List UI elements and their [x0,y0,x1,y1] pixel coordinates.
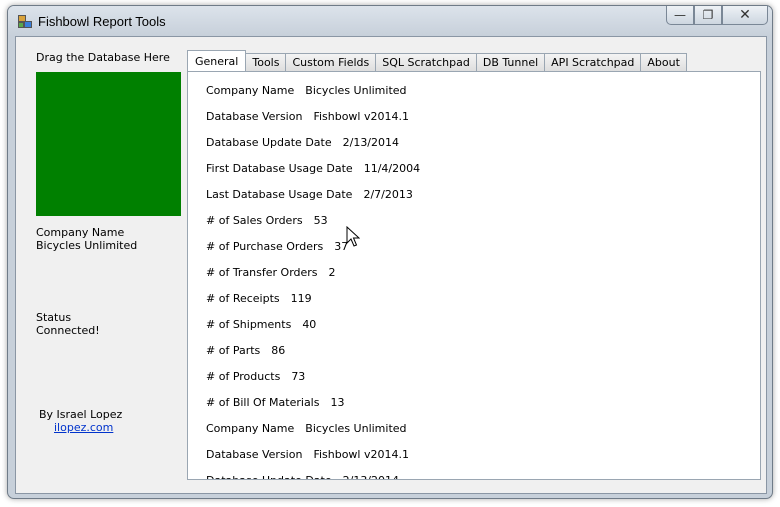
info-row: # of Shipments 40 [206,318,316,331]
info-row: # of Transfer Orders 2 [206,266,336,279]
info-value: 73 [291,370,306,383]
window-controls: — ❐ ✕ [666,6,768,26]
info-row: # of Products 73 [206,370,305,383]
info-label: # of Shipments [206,318,292,331]
info-label: # of Bill Of Materials [206,396,320,409]
mouse-cursor-icon [346,226,360,247]
info-label: Last Database Usage Date [206,188,353,201]
info-label: First Database Usage Date [206,162,353,175]
tab-db-tunnel[interactable]: DB Tunnel [475,53,546,71]
tab-api-scratchpad[interactable]: API Scratchpad [544,53,642,71]
info-label: Database Update Date [206,136,332,149]
info-value: 40 [302,318,317,331]
company-name-value: Bicycles Unlimited [36,239,138,252]
info-value: 2/13/2014 [343,474,399,479]
drag-database-label: Drag the Database Here [36,51,170,64]
info-value: Bicycles Unlimited [305,84,407,97]
restore-icon[interactable]: ❐ [694,6,722,25]
author-link[interactable]: ilopez.com [54,421,113,434]
info-row: Database Version Fishbowl v2014.1 [206,110,409,123]
app-window: Fishbowl Report Tools — ❐ ✕ Drag the Dat… [7,5,773,499]
info-value: 53 [313,214,328,227]
info-label: Database Version [206,448,303,461]
client-area: Drag the Database Here Company Name Bicy… [15,36,767,494]
status-label: Status [36,311,72,324]
database-drop-area[interactable] [36,72,181,216]
title-bar[interactable]: Fishbowl Report Tools — ❐ ✕ [8,6,772,36]
info-row: First Database Usage Date 11/4/2004 [206,162,420,175]
info-label: Company Name [206,84,295,97]
author-label: By Israel Lopez [39,408,123,421]
tab-strip: General Tools Custom Fields SQL Scratchpad D… [187,50,687,71]
info-label: Database Update Date [206,474,332,479]
info-value: 86 [271,344,286,357]
info-row: Database Update Date 2/13/2014 [206,136,399,149]
company-name-label: Company Name [36,226,125,239]
window-title: Fishbowl Report Tools [38,14,166,29]
info-value: 119 [290,292,312,305]
info-label: # of Sales Orders [206,214,303,227]
tab-sql-scratchpad[interactable]: SQL Scratchpad [375,53,477,71]
info-value: 2 [328,266,336,279]
tab-custom-fields[interactable]: Custom Fields [285,53,377,71]
info-value: 11/4/2004 [363,162,421,175]
info-row: # of Purchase Orders 37 [206,240,348,253]
info-label: # of Products [206,370,281,383]
tab-about[interactable]: About [640,53,687,71]
info-row: Company Name Bicycles Unlimited [206,422,407,435]
info-label: # of Transfer Orders [206,266,318,279]
info-label: # of Purchase Orders [206,240,324,253]
info-row: # of Bill Of Materials 13 [206,396,344,409]
info-row: Database Update Date 2/13/2014 [206,474,399,479]
status-value: Connected! [36,324,100,337]
general-tab-panel: Company Name Bicycles Unlimited Database V… [187,71,761,480]
info-label: Company Name [206,422,295,435]
info-value: Fishbowl v2014.1 [313,110,409,123]
info-value: Bicycles Unlimited [305,422,407,435]
info-label: # of Parts [206,344,261,357]
info-row: Company Name Bicycles Unlimited [206,84,407,97]
info-value: Fishbowl v2014.1 [313,448,409,461]
close-icon[interactable]: ✕ [722,6,768,25]
minimize-icon[interactable]: — [666,6,694,25]
info-row: # of Receipts 119 [206,292,312,305]
app-icon [18,15,32,28]
tab-general[interactable]: General [187,50,247,71]
info-value: 2/13/2014 [342,136,400,149]
info-value: 2/7/2013 [363,188,413,201]
info-row: # of Parts 86 [206,344,285,357]
tab-tools[interactable]: Tools [245,53,287,71]
info-row: Database Version Fishbowl v2014.1 [206,448,409,461]
info-label: Database Version [206,110,303,123]
info-row: # of Sales Orders 53 [206,214,328,227]
info-label: # of Receipts [206,292,280,305]
info-row: Last Database Usage Date 2/7/2013 [206,188,413,201]
info-value: 13 [330,396,345,409]
